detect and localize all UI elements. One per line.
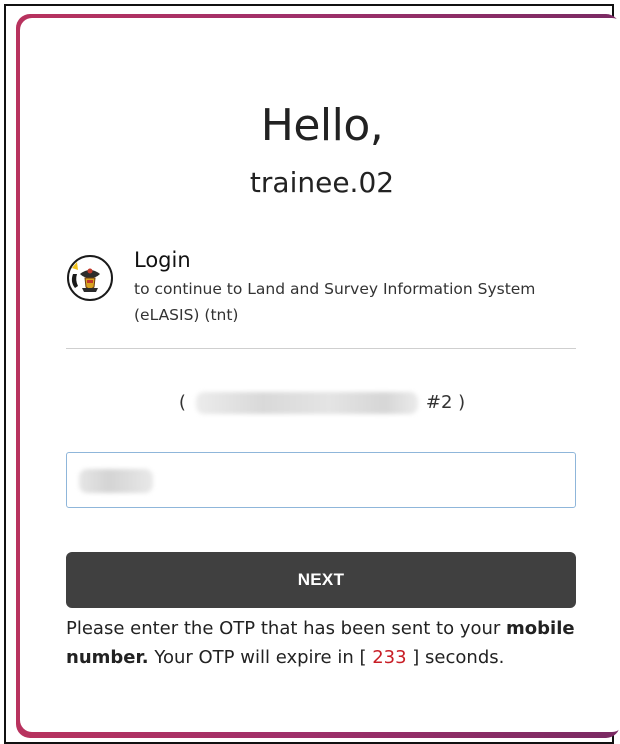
section-divider [66,348,576,349]
hint-text-2: Your OTP will expire in [ [148,647,373,668]
username-display: trainee.02 [249,166,395,199]
greeting-heading: Hello, [260,100,384,151]
next-button[interactable]: NEXT [66,552,576,608]
login-subtitle: to continue to Land and Survey Informati… [134,280,536,324]
masked-contact [195,392,418,414]
otp-countdown: 233 [372,647,407,668]
masked-otp-value [79,469,153,493]
destination-suffix: #2 ) [425,392,466,413]
hint-text-3: ] seconds. [406,647,505,668]
login-title: Login [134,248,191,272]
login-card: Hello, trainee.02 Login to continue to L… [20,18,620,732]
hint-text-1: Please enter the OTP that has been sent … [66,618,507,639]
otp-destination: ( #2 ) [20,392,620,414]
state-crest-icon [67,255,113,301]
otp-input[interactable] [66,452,576,508]
otp-hint: Please enter the OTP that has been sent … [66,614,586,672]
open-paren: ( [178,392,186,413]
